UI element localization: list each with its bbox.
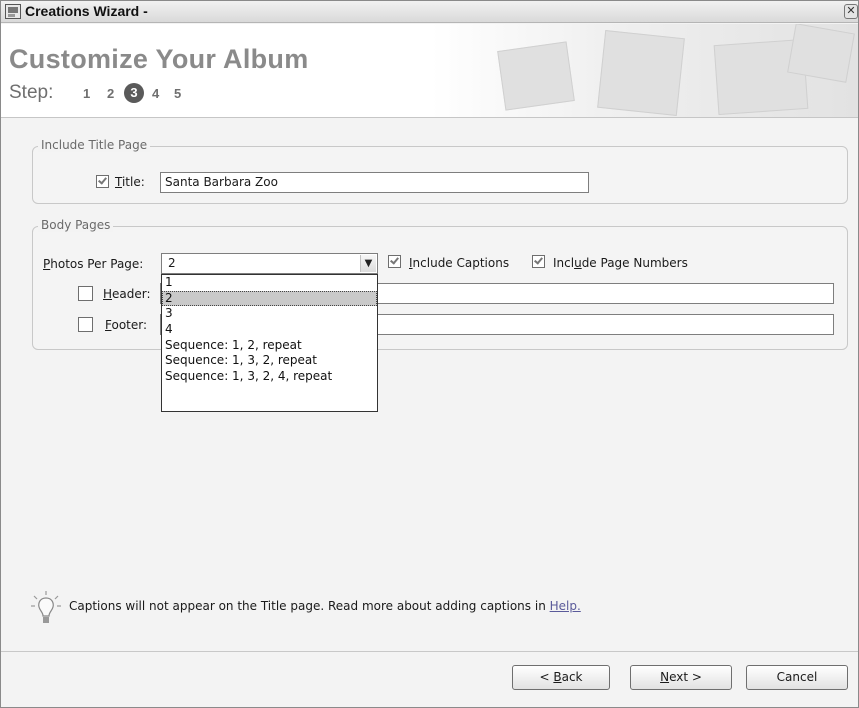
- app-icon: [5, 4, 21, 19]
- dropdown-option-2[interactable]: 2: [162, 290, 377, 307]
- help-link[interactable]: Help.: [550, 599, 581, 613]
- footer-checkbox[interactable]: [78, 317, 93, 332]
- back-button[interactable]: < Back: [512, 665, 610, 690]
- cancel-button[interactable]: Cancel: [746, 665, 848, 690]
- dropdown-option-seq-1-3-2[interactable]: Sequence: 1, 3, 2, repeat: [162, 353, 377, 369]
- dropdown-option-1[interactable]: 1: [162, 275, 377, 291]
- dropdown-option-seq-1-3-2-4[interactable]: Sequence: 1, 3, 2, 4, repeat: [162, 369, 377, 385]
- next-button[interactable]: Next >: [630, 665, 732, 690]
- wizard-header: Customize Your Album Step: 1 2 3 4 5: [1, 24, 858, 118]
- title-page-legend: Include Title Page: [38, 138, 151, 152]
- footer-label: Footer:: [105, 318, 148, 332]
- dropdown-option-4[interactable]: 4: [162, 322, 377, 338]
- photos-per-page-label: Photos Per Page:: [43, 257, 144, 271]
- include-page-numbers-checkbox[interactable]: [532, 255, 545, 268]
- chevron-down-icon[interactable]: ▼: [360, 255, 376, 272]
- captions-hint: Captions will not appear on the Title pa…: [69, 599, 581, 613]
- header-label: Header:: [103, 287, 151, 301]
- page-title: Customize Your Album: [9, 44, 309, 74]
- title-bar: Creations Wizard - ✕: [1, 1, 858, 23]
- dropdown-option-seq-1-2[interactable]: Sequence: 1, 2, repeat: [162, 338, 377, 354]
- hint-text: Captions will not appear on the Title pa…: [69, 599, 550, 613]
- title-checkbox[interactable]: [96, 175, 109, 188]
- title-input[interactable]: Santa Barbara Zoo: [160, 172, 589, 193]
- window-title: Creations Wizard -: [25, 3, 148, 19]
- step-3-current: 3: [124, 83, 144, 103]
- photos-per-page-select[interactable]: 2 ▼: [161, 253, 378, 274]
- step-5: 5: [174, 86, 182, 101]
- close-icon[interactable]: ✕: [844, 4, 858, 19]
- title-label: Title:: [115, 175, 145, 189]
- body-pages-legend: Body Pages: [38, 218, 114, 232]
- creations-wizard-window: Creations Wizard - ✕ Customize Your Albu…: [0, 0, 859, 708]
- step-2: 2: [107, 86, 115, 101]
- step-1: 1: [83, 86, 91, 101]
- include-captions-checkbox[interactable]: [388, 255, 401, 268]
- steps-label: Step:: [9, 82, 54, 103]
- footer-divider: [1, 651, 858, 652]
- include-page-numbers-label: Include Page Numbers: [553, 256, 688, 270]
- dropdown-option-3[interactable]: 3: [162, 306, 377, 322]
- include-captions-label: Include Captions: [409, 256, 510, 270]
- photos-per-page-value: 2: [168, 256, 176, 270]
- header-decoration: [431, 24, 858, 117]
- step-4: 4: [152, 86, 160, 101]
- photos-per-page-dropdown[interactable]: 1 2 3 4 Sequence: 1, 2, repeat Sequence:…: [161, 274, 378, 412]
- lightbulb-icon: [31, 591, 61, 623]
- header-checkbox[interactable]: [78, 286, 93, 301]
